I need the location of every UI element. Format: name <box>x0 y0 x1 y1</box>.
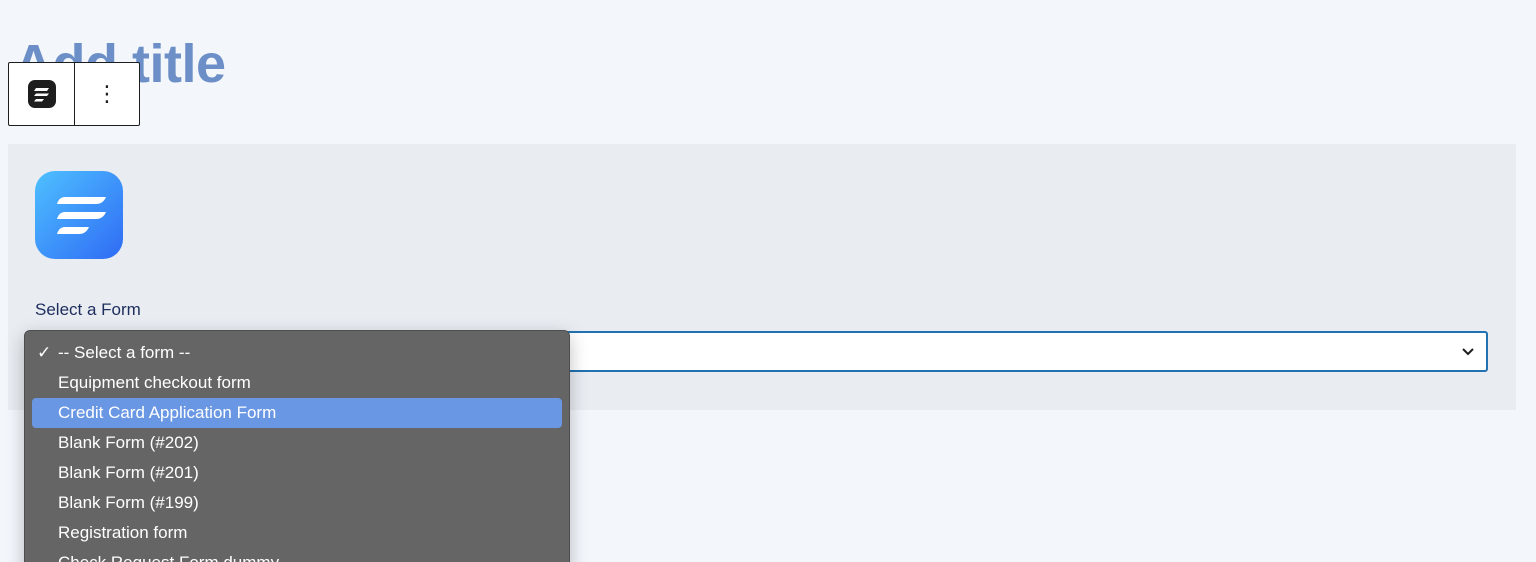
dropdown-option-label: Equipment checkout form <box>58 373 251 392</box>
fluent-forms-icon <box>27 80 56 108</box>
dropdown-option-label: Blank Form (#201) <box>58 463 199 482</box>
dropdown-option-label: Credit Card Application Form <box>58 403 277 422</box>
dropdown-option[interactable]: Blank Form (#201) <box>32 458 562 488</box>
dropdown-option-label: -- Select a form -- <box>58 343 191 362</box>
more-options-icon: ⋮ <box>96 81 118 106</box>
chevron-down-icon <box>1462 348 1474 356</box>
dropdown-option[interactable]: Blank Form (#202) <box>32 428 562 458</box>
dropdown-option[interactable]: Equipment checkout form <box>32 368 562 398</box>
dropdown-option[interactable]: Registration form <box>32 518 562 548</box>
more-options-button[interactable]: ⋮ <box>75 63 139 125</box>
dropdown-option-label: Registration form <box>58 523 188 542</box>
form-select-dropdown: ✓ -- Select a form -- Equipment checkout… <box>24 330 570 562</box>
checkmark-icon: ✓ <box>37 343 52 362</box>
editor-canvas: Add title ⋮ Sele <box>0 0 1536 562</box>
dropdown-option[interactable]: Check Request Form dummy <box>32 548 562 562</box>
fluent-forms-logo-icon <box>35 171 123 259</box>
dropdown-option[interactable]: ✓ -- Select a form -- <box>32 338 562 368</box>
dropdown-option-label: Blank Form (#199) <box>58 493 199 512</box>
block-toolbar: ⋮ <box>8 62 140 126</box>
dropdown-option-label: Check Request Form dummy <box>58 553 279 562</box>
dropdown-option-label: Blank Form (#202) <box>58 433 199 452</box>
dropdown-option[interactable]: Blank Form (#199) <box>32 488 562 518</box>
select-form-label: Select a Form <box>35 300 141 319</box>
dropdown-option-highlighted[interactable]: Credit Card Application Form <box>32 398 562 428</box>
block-type-button[interactable] <box>9 63 75 125</box>
